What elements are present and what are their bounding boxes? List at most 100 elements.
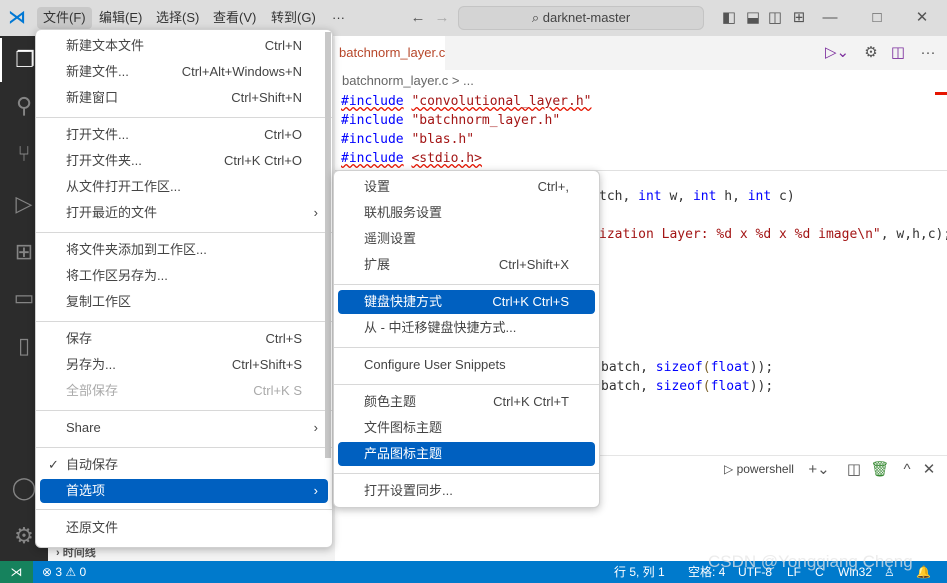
menu-item[interactable]: 产品图标主题 <box>338 442 595 466</box>
tab-bar: batchnorm_layer.c 3 ✕ ▷⌄ ⚙ ◫ ··· <box>335 36 947 94</box>
menu-item[interactable]: 颜色主题 Ctrl+K Ctrl+T <box>338 390 595 414</box>
notifications-icon[interactable]: 🔔 <box>916 561 931 583</box>
menu-item[interactable]: 键盘快捷方式 Ctrl+K Ctrl+S <box>338 290 595 314</box>
trash-icon[interactable]: 🗑 <box>870 460 890 480</box>
menu-item[interactable]: 扩展 Ctrl+Shift+X <box>338 253 595 277</box>
menu-item[interactable]: 打开设置同步... <box>338 479 595 503</box>
menu-item[interactable]: 保存 Ctrl+S <box>40 327 328 351</box>
code-line: #include "batchnorm_layer.h" <box>341 113 561 128</box>
close-panel-icon[interactable]: ✕ <box>919 460 939 480</box>
forward-icon[interactable]: → <box>432 8 452 28</box>
menu-item[interactable]: 从文件打开工作区... <box>40 175 328 199</box>
menu-item[interactable]: 打开最近的文件 › <box>40 201 328 225</box>
vscode-logo-icon: ⋊ <box>8 7 26 27</box>
remote-indicator-icon[interactable]: ⋊ <box>0 561 33 583</box>
code-line: #include "blas.h" <box>341 132 475 147</box>
menu-item[interactable]: 打开文件夹... Ctrl+K Ctrl+O <box>40 149 328 173</box>
menu-item-shortcut: Ctrl+N <box>264 38 302 53</box>
menu-item[interactable]: 复制工作区 <box>40 290 328 314</box>
tab-batchnorm-layer[interactable]: batchnorm_layer.c 3 ✕ <box>335 36 445 94</box>
cursor-position[interactable]: 行 5, 列 1 <box>614 561 665 583</box>
minimize-icon[interactable]: — <box>820 8 840 28</box>
menu-scrollbar[interactable] <box>325 32 331 458</box>
run-debug-dropdown-icon[interactable]: ▷⌄ <box>823 43 851 63</box>
menu-item[interactable]: 新建窗口 Ctrl+Shift+N <box>40 86 328 110</box>
menu-item[interactable]: 文件图标主题 <box>338 416 595 440</box>
code-line: batch, sizeof(float)); <box>601 379 774 394</box>
menu-item[interactable]: Configure User Snippets <box>338 353 595 377</box>
menu-separator <box>334 473 599 474</box>
menu-item-label: 从文件打开工作区... <box>66 179 181 194</box>
menu-item-label: Share <box>66 420 101 435</box>
search-icon: ⌕ <box>531 10 543 25</box>
command-center-search[interactable]: ⌕ darknet-master <box>458 6 704 30</box>
menu-item-label: 打开文件... <box>66 127 129 142</box>
menu-item-label: 新建文件... <box>66 64 129 79</box>
code-line: ization Layer: %d x %d x %d image\n", w,… <box>599 227 947 242</box>
menu-item-shortcut: Ctrl+S <box>265 331 302 346</box>
menu-item[interactable]: Share › <box>40 416 328 440</box>
file-menu: 新建文本文件 Ctrl+N 新建文件... Ctrl+Alt+Windows+N 新建窗… <box>35 29 333 548</box>
menu-item[interactable]: 全部保存 Ctrl+K S <box>40 379 328 403</box>
menu-separator <box>36 117 332 118</box>
menu-item-label: 打开最近的文件 <box>66 205 158 220</box>
menu-go[interactable]: 转到(G) <box>265 7 322 29</box>
toggle-panel-icon[interactable]: ⬓ <box>744 8 762 28</box>
terminal-name: powershell <box>736 462 794 476</box>
code-line: #include "convolutional_layer.h" <box>341 94 592 109</box>
menu-item-label: 将工作区另存为... <box>66 268 168 283</box>
menu-item[interactable]: 打开文件... Ctrl+O <box>40 123 328 147</box>
menu-item-shortcut: Ctrl+K Ctrl+S <box>492 294 569 309</box>
menu-item-shortcut: Ctrl+Shift+N <box>231 90 302 105</box>
menu-item-label: 另存为... <box>66 357 116 372</box>
menu-separator <box>36 321 332 322</box>
menu-item-label: 文件图标主题 <box>364 420 443 435</box>
menu-item-label: 新建窗口 <box>66 90 119 105</box>
menu-item[interactable]: 还原文件 <box>40 516 328 540</box>
chevron-right-icon: › <box>313 483 318 498</box>
menu-item-shortcut: Ctrl+O <box>264 127 302 142</box>
menu-selection[interactable]: 选择(S) <box>150 7 205 29</box>
terminal-selector[interactable]: ▷ powershell <box>724 462 794 476</box>
menu-item-label: 还原文件 <box>66 520 119 535</box>
menu-item-label: 颜色主题 <box>364 394 417 409</box>
timeline-label: 时间线 <box>62 547 96 559</box>
menu-item[interactable]: 将工作区另存为... <box>40 264 328 288</box>
menu-separator <box>36 410 332 411</box>
back-icon[interactable]: ← <box>408 8 428 28</box>
menu-item-shortcut: Ctrl+Alt+Windows+N <box>181 64 302 79</box>
menu-file[interactable]: 文件(F) <box>37 7 92 29</box>
maximize-panel-icon[interactable]: ^ <box>897 460 917 480</box>
menu-view[interactable]: 查看(V) <box>207 7 262 29</box>
menu-item-shortcut: Ctrl+K S <box>253 383 302 398</box>
menu-item-label: 设置 <box>364 179 391 194</box>
menu-item[interactable]: 设置 Ctrl+, <box>338 175 595 199</box>
problems-indicator[interactable]: ⊗ 3 ⚠ 0 <box>42 561 86 583</box>
new-terminal-icon[interactable]: +⌄ <box>805 460 833 480</box>
maximize-icon[interactable]: □ <box>867 8 887 28</box>
toggle-secondary-sidebar-icon[interactable]: ◫ <box>766 8 784 28</box>
menu-item-label: 复制工作区 <box>66 294 132 309</box>
more-actions-icon[interactable]: ··· <box>918 43 938 63</box>
split-terminal-icon[interactable]: ◫ <box>844 460 864 480</box>
menu-item[interactable]: 将文件夹添加到工作区... <box>40 238 328 262</box>
menu-item[interactable]: 首选项 › <box>40 479 328 503</box>
toggle-sidebar-icon[interactable]: ◧ <box>720 8 738 28</box>
status-bar: ⋊ ⊗ 3 ⚠ 0 行 5, 列 1 空格: 4 UTF-8 LF C Win3… <box>0 552 947 583</box>
customize-layout-icon[interactable]: ⊞ <box>790 8 808 28</box>
menu-item[interactable]: 另存为... Ctrl+Shift+S <box>40 353 328 377</box>
settings-gear-icon[interactable]: ⚙ <box>861 43 881 63</box>
menu-item[interactable]: 联机服务设置 <box>338 201 595 225</box>
menu-item[interactable]: ✓ 自动保存 <box>40 453 328 477</box>
menu-item[interactable]: 遥测设置 <box>338 227 595 251</box>
menu-item[interactable]: 新建文本文件 Ctrl+N <box>40 34 328 58</box>
breadcrumb[interactable]: batchnorm_layer.c > ... <box>342 73 474 88</box>
menu-item[interactable]: 从 - 中迁移键盘快捷方式... <box>338 316 595 340</box>
split-editor-icon[interactable]: ◫ <box>888 43 908 63</box>
close-window-icon[interactable]: ✕ <box>912 8 932 28</box>
menu-more[interactable]: ··· <box>326 7 351 29</box>
menu-edit[interactable]: 编辑(E) <box>93 7 148 29</box>
menu-item[interactable]: 新建文件... Ctrl+Alt+Windows+N <box>40 60 328 84</box>
chevron-right-icon: › <box>313 205 318 220</box>
menu-item-label: 联机服务设置 <box>364 205 443 220</box>
